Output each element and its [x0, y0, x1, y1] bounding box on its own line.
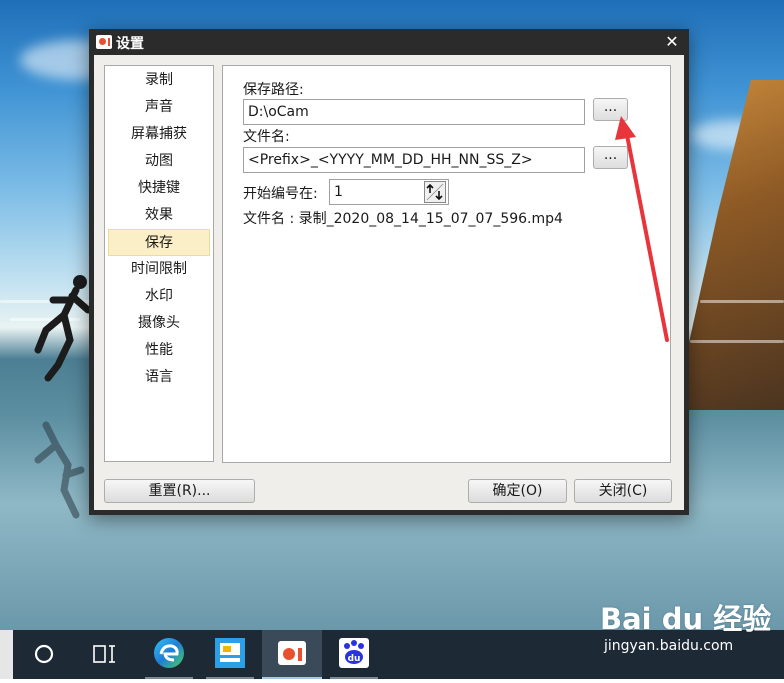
- filename-label: 文件名:: [243, 129, 290, 145]
- sidebar-item-time-limit[interactable]: 时间限制: [108, 256, 210, 283]
- watermark-brand: Bai du 经验: [600, 602, 772, 636]
- close-icon[interactable]: ✕: [661, 31, 683, 53]
- baidu-jingyan-watermark: Bai du 经验 jingyan.baidu.com: [600, 596, 780, 666]
- sidebar-item-screen-capture[interactable]: 屏幕捕获: [108, 121, 210, 148]
- sidebar-item-webcam[interactable]: 摄像头: [108, 310, 210, 337]
- runner-silhouette: [34, 275, 92, 382]
- title-bar[interactable]: 设置 ✕: [89, 29, 689, 55]
- sidebar-item-sound[interactable]: 声音: [108, 94, 210, 121]
- reset-button[interactable]: 重置(R)...: [104, 479, 255, 503]
- generic-app-icon: [215, 638, 245, 668]
- close-button[interactable]: 关闭(C): [574, 479, 672, 503]
- runner-reflection: [34, 421, 85, 519]
- settings-dialog: 设置 ✕ 录制 声音 屏幕捕获 动图 快捷键 效果 保存 时间限制 水印 摄像头…: [89, 29, 689, 515]
- ocam-app-icon: [96, 35, 112, 49]
- ok-button[interactable]: 确定(O): [468, 479, 567, 503]
- baidu-icon: du: [339, 638, 369, 668]
- sidebar-item-record[interactable]: 录制: [108, 67, 210, 94]
- edge-icon: [154, 638, 184, 668]
- spinner-arrows-icon[interactable]: [424, 181, 446, 203]
- filename-input[interactable]: <Prefix>_<YYYY_MM_DD_HH_NN_SS_Z>: [243, 147, 585, 173]
- wave: [700, 300, 784, 303]
- category-list: 录制 声音 屏幕捕获 动图 快捷键 效果 保存 时间限制 水印 摄像头 性能 语…: [104, 65, 214, 462]
- taskbar-cortana[interactable]: [16, 630, 72, 679]
- svg-text:du: du: [348, 654, 361, 664]
- wave: [690, 340, 784, 343]
- window-title: 设置: [116, 36, 144, 52]
- taskbar-app[interactable]: [202, 630, 258, 679]
- dialog-body: 录制 声音 屏幕捕获 动图 快捷键 效果 保存 时间限制 水印 摄像头 性能 语…: [94, 55, 684, 510]
- save-settings-panel: 保存路径: D:\oCam ... 文件名: <Prefix>_<YYYY_MM…: [222, 65, 671, 463]
- sidebar-item-language[interactable]: 语言: [108, 364, 210, 391]
- sidebar-item-save[interactable]: 保存: [108, 229, 210, 256]
- sidebar-item-effects[interactable]: 效果: [108, 202, 210, 229]
- sidebar-item-hotkeys[interactable]: 快捷键: [108, 175, 210, 202]
- search-box-edge[interactable]: [0, 630, 13, 679]
- sidebar-item-watermark[interactable]: 水印: [108, 283, 210, 310]
- browse-path-button[interactable]: ...: [593, 98, 628, 121]
- ocam-icon: [278, 641, 306, 665]
- sidebar-item-gif[interactable]: 动图: [108, 148, 210, 175]
- filename-preview: 文件名 : 录制_2020_08_14_15_07_07_596.mp4: [243, 211, 563, 227]
- start-number-label: 开始编号在:: [243, 186, 318, 202]
- cortana-circle-icon: [34, 644, 54, 664]
- save-path-label: 保存路径:: [243, 82, 304, 98]
- taskbar-task-view[interactable]: [76, 630, 132, 679]
- taskbar-edge[interactable]: [141, 630, 197, 679]
- taskbar-baidu[interactable]: du: [326, 630, 382, 679]
- watermark-url: jingyan.baidu.com: [604, 638, 734, 654]
- save-path-input[interactable]: D:\oCam: [243, 99, 585, 125]
- filename-options-button[interactable]: ...: [593, 146, 628, 169]
- taskbar-ocam[interactable]: [262, 630, 322, 679]
- sidebar-item-performance[interactable]: 性能: [108, 337, 210, 364]
- task-view-icon: [93, 645, 115, 663]
